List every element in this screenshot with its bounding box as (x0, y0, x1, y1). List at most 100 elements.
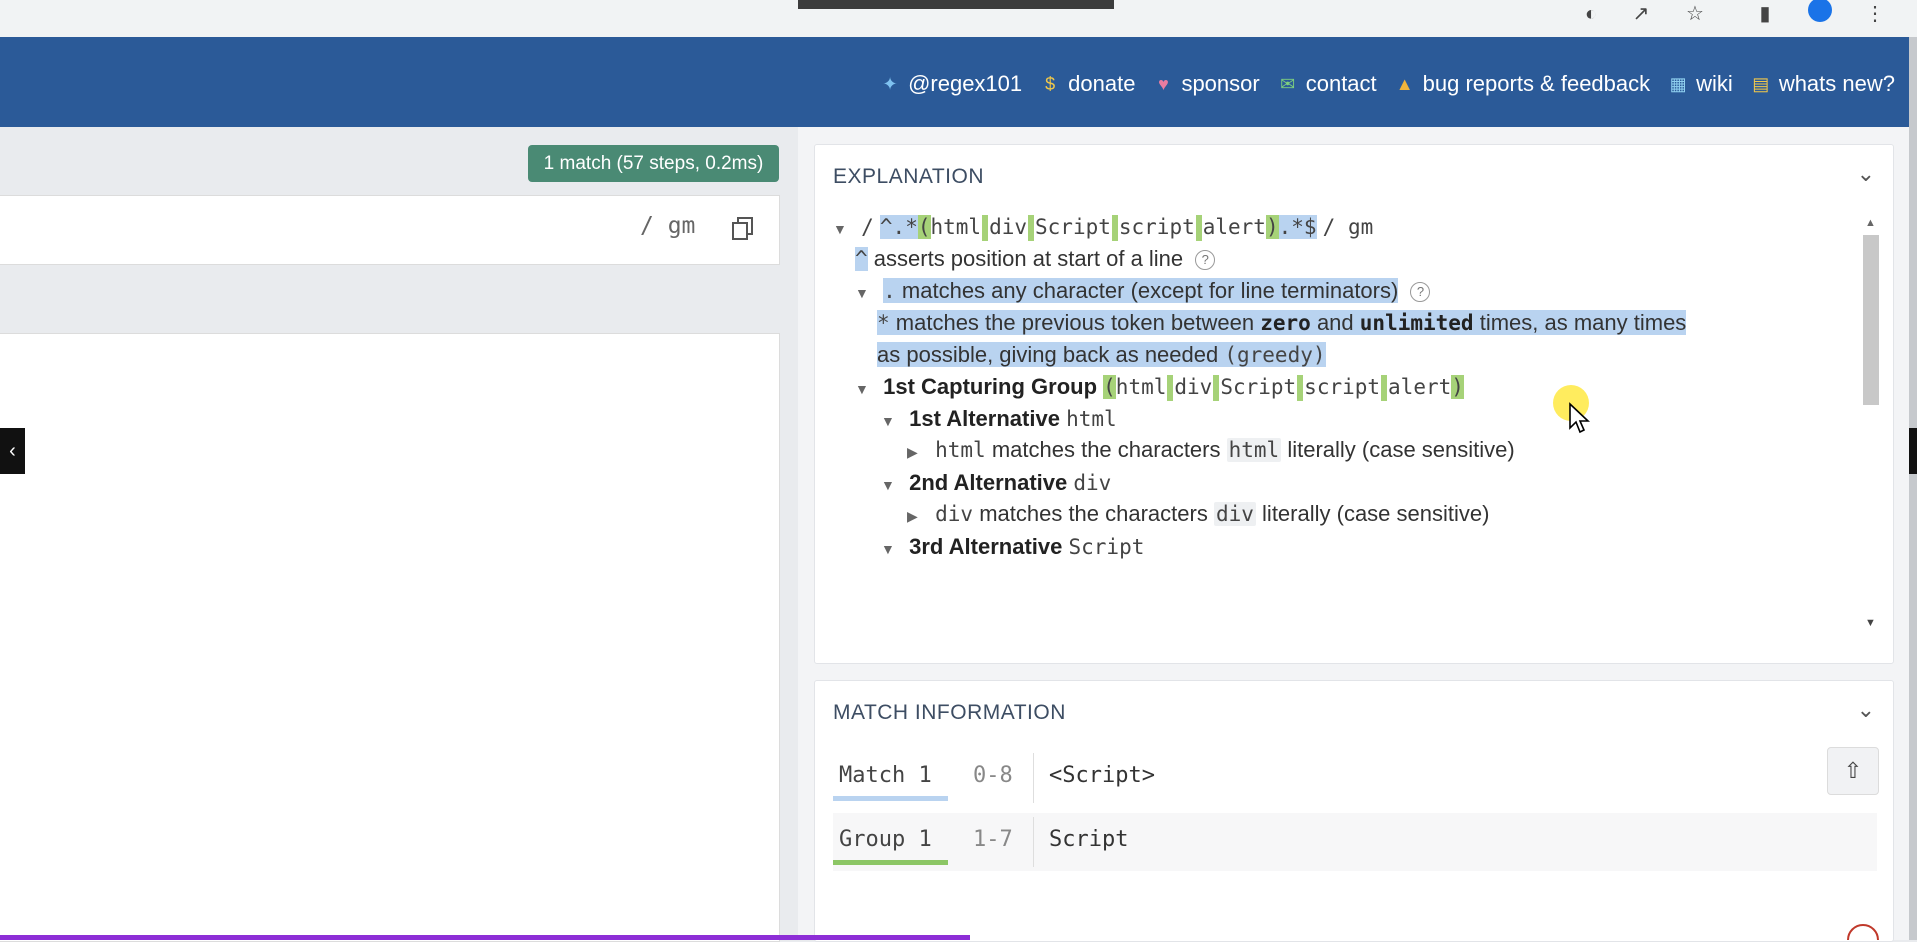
contact-label: contact (1305, 71, 1377, 96)
literal-chip: div (1213, 502, 1256, 526)
sponsor-link[interactable]: ♥ sponsor (1153, 71, 1260, 97)
wiki-link[interactable]: ▦ wiki (1668, 71, 1733, 97)
triangle-down-icon[interactable]: ▼ (833, 213, 855, 245)
help-icon[interactable]: ? (1410, 282, 1431, 303)
alternative-title: 2nd Alternative (909, 470, 1068, 495)
whats-new-link[interactable]: ▤ whats new? (1751, 71, 1895, 97)
match-underline (833, 796, 948, 801)
triangle-down-icon[interactable]: ▼ (855, 373, 877, 405)
twitter-label: @regex101 (908, 71, 1023, 96)
test-string-input[interactable] (0, 333, 780, 942)
warning-icon: ▲ (1395, 73, 1414, 94)
donate-link[interactable]: $ donate (1040, 71, 1135, 97)
share-page-icon[interactable]: ↗ (1628, 2, 1654, 28)
tree-node-alternative[interactable]: ▼ 3rd Alternative Script (881, 531, 1144, 563)
twitter-link[interactable]: ✦ @regex101 (880, 71, 1023, 97)
tree-node[interactable]: ▼ . matches any character (except for li… (855, 275, 1431, 309)
regex-token: ( (917, 215, 931, 239)
group-value: Script (1049, 827, 1129, 852)
extension-icon[interactable]: ◐ (1578, 2, 1604, 28)
browser-menu-icon[interactable]: ⋮ (1862, 2, 1888, 28)
explanation-scrollbar[interactable]: ▲ ▼ (1863, 217, 1879, 629)
scroll-down-icon[interactable]: ▼ (1865, 617, 1876, 629)
node-description: literally (case sensitive) (1287, 437, 1515, 462)
video-progress-bar[interactable] (0, 935, 970, 940)
mail-icon: ✉ (1280, 73, 1296, 94)
copy-icon[interactable] (730, 215, 756, 243)
scrollbar-thumb[interactable] (1863, 235, 1879, 405)
help-icon[interactable]: ? (1195, 250, 1216, 271)
triangle-down-icon[interactable]: ▼ (881, 469, 903, 501)
regex-token: script (1118, 215, 1195, 239)
alternation-bar (1297, 375, 1304, 402)
chevron-down-icon[interactable]: ⌄ (1857, 161, 1875, 187)
regex-token: html (935, 438, 986, 462)
triangle-down-icon[interactable]: ▼ (855, 277, 877, 309)
mouse-cursor-icon (1569, 402, 1591, 434)
tree-node[interactable]: * matches the previous token between zer… (877, 307, 1687, 339)
divider (1033, 817, 1034, 867)
tree-node-group[interactable]: ▼ 1st Capturing Group (html div Script scri… (855, 371, 1464, 403)
group-row[interactable]: Group 1 1-7 Script (833, 813, 1877, 871)
triangle-right-icon[interactable]: ▶ (907, 500, 929, 532)
tree-node[interactable]: ^ asserts position at start of a line ? (855, 243, 1216, 275)
match-row[interactable]: Match 1 0-8 <Script> (833, 749, 1877, 807)
quantifier-min: zero (1260, 311, 1311, 335)
regex-token: alert (1202, 215, 1266, 239)
bug-reports-link[interactable]: ▲ bug reports & feedback (1395, 71, 1650, 97)
alternation-bar (1028, 215, 1035, 242)
explanation-card: EXPLANATION ⌄ ▼ / ^.*(html div Script scrip… (814, 144, 1894, 664)
tree-node[interactable]: ▶ html matches the characters html liter… (907, 434, 1515, 466)
regex-delimiter: / (861, 215, 874, 239)
triangle-down-icon[interactable]: ▼ (881, 533, 903, 565)
regex-token: script (1304, 375, 1381, 399)
regex-token: Script (1220, 375, 1297, 399)
match-information-title: MATCH INFORMATION (833, 701, 1066, 724)
dollar-icon: $ (1045, 73, 1056, 94)
heart-icon: ♥ (1158, 73, 1169, 94)
tree-node-alternative[interactable]: ▼ 1st Alternative html (881, 403, 1117, 435)
star-icon[interactable]: ☆ (1682, 2, 1708, 28)
group-label: Group 1 (839, 827, 932, 852)
page-scrollbar[interactable] (1909, 37, 1917, 940)
wiki-label: wiki (1696, 71, 1733, 96)
regex-token: ) (1265, 215, 1279, 239)
regex-token: ^.* (879, 215, 918, 239)
node-description: matches the characters (991, 437, 1221, 462)
triangle-right-icon[interactable]: ▶ (907, 436, 929, 468)
site-header: ✦ @regex101 $ donate ♥ sponsor ✉ contact… (0, 37, 1909, 127)
group-range: 1-7 (973, 827, 1013, 852)
match-label: Match 1 (839, 763, 932, 788)
tree-node[interactable]: ▶ div matches the characters div literal… (907, 498, 1489, 530)
match-information-card: MATCH INFORMATION ⌄ ⇧ Match 1 0-8 <Scrip… (814, 680, 1894, 942)
regex-token: div (1073, 471, 1112, 495)
node-description: as possible, giving back as needed (877, 342, 1219, 367)
node-description: matches any character (except for line t… (901, 278, 1399, 303)
node-description: and (1316, 310, 1354, 335)
tree-node-continuation: as possible, giving back as needed (gree… (877, 339, 1326, 371)
tree-node-alternative[interactable]: ▼ 2nd Alternative div (881, 467, 1111, 499)
match-value: <Script> (1049, 763, 1155, 788)
tree-root[interactable]: ▼ / ^.*(html div Script script alert).*$ / g… (833, 211, 1373, 243)
alternation-bar (1167, 375, 1174, 402)
chevron-down-icon[interactable]: ⌄ (1857, 697, 1875, 723)
chevron-left-icon[interactable]: ‹ (0, 428, 25, 474)
triangle-down-icon[interactable]: ▼ (881, 405, 903, 437)
scroll-up-icon[interactable]: ▲ (1865, 217, 1876, 229)
header-links: ✦ @regex101 $ donate ♥ sponsor ✉ contact… (880, 71, 1895, 97)
regex-token: html (930, 215, 982, 239)
explanation-title: EXPLANATION (833, 165, 984, 188)
regex-token: ^ (855, 247, 868, 271)
regex-token: ( (1103, 375, 1116, 399)
node-description: literally (case sensitive) (1262, 501, 1490, 526)
regex-token: div (935, 502, 974, 526)
regex-token: Script (1068, 535, 1145, 559)
news-icon: ▤ (1752, 73, 1770, 94)
contact-link[interactable]: ✉ contact (1278, 71, 1377, 97)
group-title: 1st Capturing Group (883, 374, 1098, 399)
regex-token: ) (1451, 375, 1464, 399)
regex-flags-text: / gm (1322, 215, 1374, 239)
sidepanel-icon[interactable]: ▮ (1752, 2, 1778, 28)
donate-label: donate (1068, 71, 1136, 96)
regex-flags[interactable]: / gm (640, 213, 695, 239)
